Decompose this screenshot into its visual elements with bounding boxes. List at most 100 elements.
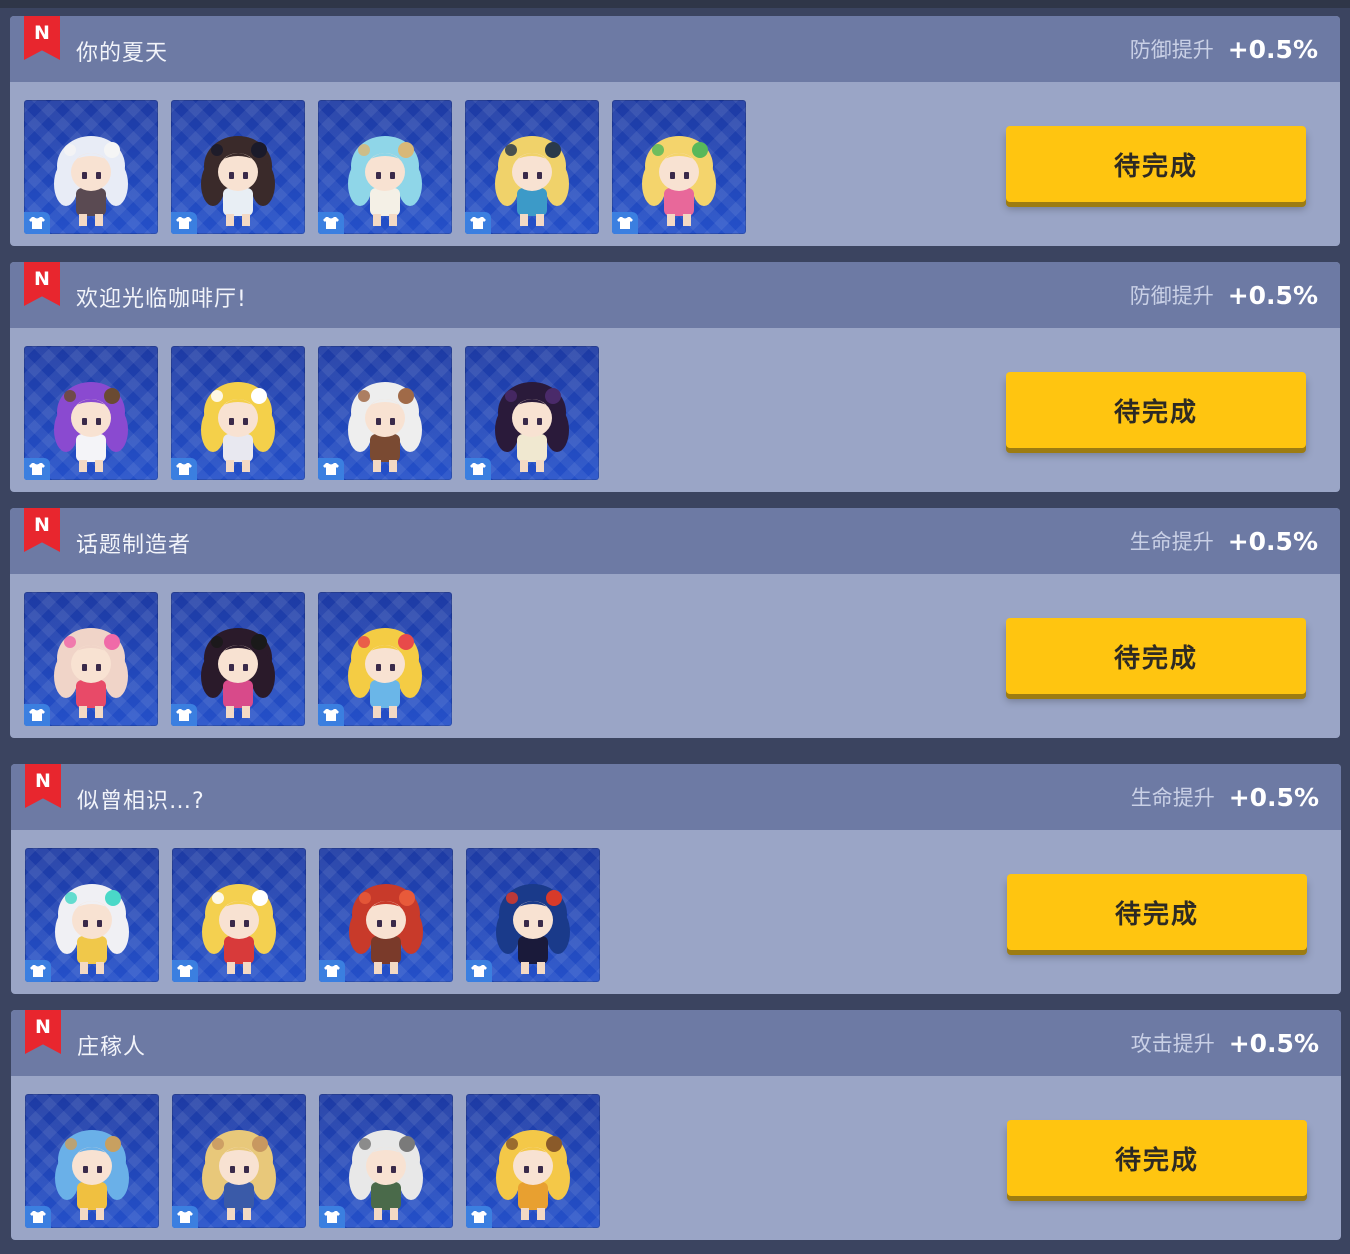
costume-slot[interactable] bbox=[171, 100, 305, 234]
costume-tag-icon bbox=[171, 704, 197, 726]
costume-tag-icon bbox=[25, 960, 51, 982]
costume-tag-icon bbox=[465, 212, 491, 234]
costume-slot[interactable] bbox=[465, 100, 599, 234]
tshirt-icon bbox=[177, 965, 193, 977]
new-badge: N bbox=[24, 508, 60, 552]
costume-slot[interactable] bbox=[25, 848, 159, 982]
tshirt-icon bbox=[323, 463, 339, 475]
costume-set-card: N 欢迎光临咖啡厅! 防御提升 +0.5% 待完成 bbox=[10, 262, 1340, 492]
set-bonus-value: +0.5% bbox=[1227, 280, 1318, 310]
set-bonus: 生命提升 +0.5% bbox=[1130, 524, 1318, 558]
costume-slot[interactable] bbox=[319, 1094, 453, 1228]
costume-tag-icon bbox=[24, 704, 50, 726]
costume-tag-icon bbox=[466, 1206, 492, 1228]
set-bonus-label: 防御提升 bbox=[1129, 284, 1214, 308]
costume-tag-icon bbox=[172, 960, 198, 982]
costume-tag-icon bbox=[24, 458, 50, 480]
tshirt-icon bbox=[176, 463, 192, 475]
costume-slot[interactable] bbox=[24, 592, 158, 726]
costume-slot-row bbox=[24, 100, 746, 234]
pending-completion-button[interactable]: 待完成 bbox=[1006, 372, 1306, 448]
set-bonus: 防御提升 +0.5% bbox=[1130, 32, 1318, 66]
tshirt-icon bbox=[176, 709, 192, 721]
costume-slot[interactable] bbox=[171, 592, 305, 726]
tshirt-icon bbox=[177, 1211, 193, 1223]
costume-set-card: N 话题制造者 生命提升 +0.5% 待完成 bbox=[10, 508, 1340, 738]
costume-set-header: N 欢迎光临咖啡厅! 防御提升 +0.5% bbox=[10, 262, 1340, 328]
new-badge: N bbox=[25, 764, 61, 808]
costume-set-card: N 庄稼人 攻击提升 +0.5% 待完成 bbox=[11, 1010, 1341, 1240]
set-bonus-value: +0.5% bbox=[1228, 782, 1319, 812]
costume-slot[interactable] bbox=[318, 592, 452, 726]
costume-tag-icon bbox=[25, 1206, 51, 1228]
costume-set-title: 你的夏天 bbox=[76, 41, 169, 66]
tshirt-icon bbox=[323, 217, 339, 229]
costume-slot[interactable] bbox=[318, 100, 452, 234]
costume-tag-icon bbox=[171, 212, 197, 234]
costume-tag-icon bbox=[318, 212, 344, 234]
costume-slot-row bbox=[24, 592, 452, 726]
set-bonus-value: +0.5% bbox=[1227, 34, 1318, 64]
costume-set-title: 似曾相识…? bbox=[77, 789, 205, 814]
set-bonus-label: 生命提升 bbox=[1129, 530, 1214, 554]
set-bonus-label: 防御提升 bbox=[1129, 38, 1214, 62]
costume-set-header: N 话题制造者 生命提升 +0.5% bbox=[10, 508, 1340, 574]
new-badge: N bbox=[24, 262, 60, 306]
tshirt-icon bbox=[617, 217, 633, 229]
costume-tag-icon bbox=[612, 212, 638, 234]
tshirt-icon bbox=[29, 709, 45, 721]
costume-slot-row bbox=[24, 346, 599, 480]
tshirt-icon bbox=[470, 217, 486, 229]
pending-completion-button[interactable]: 待完成 bbox=[1007, 874, 1307, 950]
tshirt-icon bbox=[324, 1211, 340, 1223]
set-bonus-value: +0.5% bbox=[1227, 526, 1318, 556]
costume-slot[interactable] bbox=[172, 1094, 306, 1228]
costume-slot[interactable] bbox=[465, 346, 599, 480]
costume-set-title: 庄稼人 bbox=[77, 1035, 147, 1060]
tshirt-icon bbox=[176, 217, 192, 229]
set-bonus: 生命提升 +0.5% bbox=[1131, 780, 1319, 814]
costume-tag-icon bbox=[24, 212, 50, 234]
tshirt-icon bbox=[324, 965, 340, 977]
costume-slot[interactable] bbox=[172, 848, 306, 982]
tshirt-icon bbox=[30, 965, 46, 977]
costume-set-card: N 你的夏天 防御提升 +0.5% 待完成 bbox=[10, 16, 1340, 246]
costume-slot[interactable] bbox=[171, 346, 305, 480]
costume-tag-icon bbox=[318, 704, 344, 726]
pending-completion-button[interactable]: 待完成 bbox=[1007, 1120, 1307, 1196]
tshirt-icon bbox=[323, 709, 339, 721]
costume-slot-row bbox=[25, 1094, 600, 1228]
new-badge: N bbox=[25, 1010, 61, 1054]
costume-slot[interactable] bbox=[24, 100, 158, 234]
tshirt-icon bbox=[30, 1211, 46, 1223]
pending-completion-button[interactable]: 待完成 bbox=[1006, 618, 1306, 694]
set-bonus-label: 攻击提升 bbox=[1130, 1032, 1215, 1056]
costume-set-header: N 庄稼人 攻击提升 +0.5% bbox=[11, 1010, 1341, 1076]
costume-tag-icon bbox=[318, 458, 344, 480]
costume-set-header: N 你的夏天 防御提升 +0.5% bbox=[10, 16, 1340, 82]
costume-set-title: 欢迎光临咖啡厅! bbox=[76, 287, 247, 312]
costume-slot[interactable] bbox=[25, 1094, 159, 1228]
costume-tag-icon bbox=[319, 1206, 345, 1228]
costume-slot[interactable] bbox=[318, 346, 452, 480]
tshirt-icon bbox=[471, 965, 487, 977]
tshirt-icon bbox=[470, 463, 486, 475]
costume-set-title: 话题制造者 bbox=[76, 533, 192, 558]
set-bonus-label: 生命提升 bbox=[1130, 786, 1215, 810]
costume-set-header: N 似曾相识…? 生命提升 +0.5% bbox=[11, 764, 1341, 830]
costume-tag-icon bbox=[466, 960, 492, 982]
costume-slot-row bbox=[25, 848, 600, 982]
costume-tag-icon bbox=[171, 458, 197, 480]
pending-completion-button[interactable]: 待完成 bbox=[1006, 126, 1306, 202]
tshirt-icon bbox=[471, 1211, 487, 1223]
costume-slot[interactable] bbox=[24, 346, 158, 480]
costume-slot[interactable] bbox=[466, 1094, 600, 1228]
tshirt-icon bbox=[29, 463, 45, 475]
costume-slot[interactable] bbox=[466, 848, 600, 982]
costume-tag-icon bbox=[465, 458, 491, 480]
set-bonus: 防御提升 +0.5% bbox=[1130, 278, 1318, 312]
tshirt-icon bbox=[29, 217, 45, 229]
costume-slot[interactable] bbox=[612, 100, 746, 234]
costume-slot[interactable] bbox=[319, 848, 453, 982]
new-badge: N bbox=[24, 16, 60, 60]
